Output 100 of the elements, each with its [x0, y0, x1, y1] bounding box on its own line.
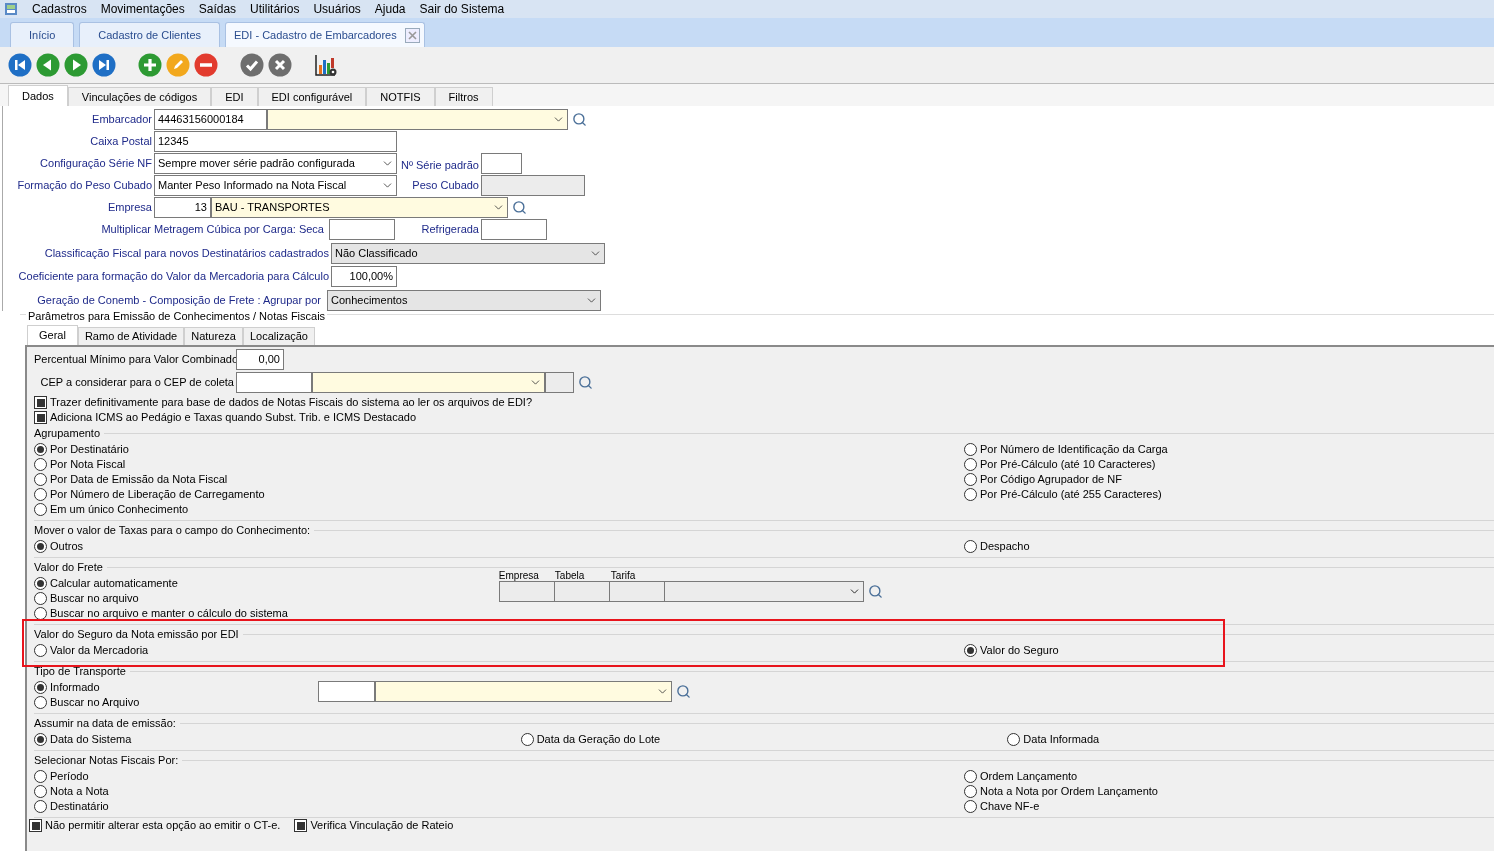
radio-option[interactable]: Valor do Seguro [964, 643, 1059, 658]
checkbox[interactable] [29, 819, 42, 832]
input-field[interactable]: 12345 [154, 131, 397, 152]
radio-button[interactable] [964, 443, 977, 456]
next-record-button[interactable] [63, 52, 89, 78]
input-field[interactable]: 13 [154, 197, 211, 218]
radio-button[interactable] [34, 785, 47, 798]
radio-option[interactable]: Valor da Mercadoria [34, 643, 149, 658]
delete-button[interactable] [193, 52, 219, 78]
input-field[interactable] [608, 581, 665, 602]
radio-button[interactable] [964, 800, 977, 813]
input-field[interactable] [553, 581, 610, 602]
tab[interactable]: Dados [8, 85, 68, 106]
radio-option[interactable]: Em um único Conhecimento [34, 502, 189, 517]
radio-option[interactable]: Por Data de Emissão da Nota Fiscal [34, 472, 228, 487]
checkbox-option[interactable]: Trazer definitivamente para base de dados de Notas Fiscais do sistema ao ler os arquivos de EDI? [34, 395, 532, 410]
tab[interactable]: Natureza [184, 327, 243, 345]
radio-button[interactable] [34, 443, 47, 456]
radio-option[interactable]: Por Código Agrupador de NF [964, 472, 1122, 487]
radio-button[interactable] [34, 577, 47, 590]
radio-option[interactable]: Informado [34, 680, 100, 695]
input-field[interactable] [481, 153, 522, 174]
radio-button[interactable] [964, 644, 977, 657]
radio-button[interactable] [964, 785, 977, 798]
radio-button[interactable] [34, 458, 47, 471]
menu-item[interactable]: Sair do Sistema [419, 0, 505, 18]
radio-option[interactable]: Chave NF-e [964, 799, 1040, 814]
first-record-button[interactable] [7, 52, 33, 78]
dropdown-field[interactable] [663, 581, 864, 602]
menu-item[interactable]: Ajuda [374, 0, 406, 18]
search-icon[interactable] [867, 584, 883, 599]
radio-option[interactable]: Data do Sistema [34, 732, 132, 747]
input-field[interactable] [481, 219, 547, 240]
checkbox[interactable] [294, 819, 308, 832]
radio-button[interactable] [964, 458, 977, 471]
radio-button[interactable] [520, 733, 534, 746]
menu-item[interactable]: Utilitários [250, 0, 300, 18]
radio-option[interactable]: Outros [34, 539, 83, 554]
radio-option[interactable]: Por Nota Fiscal [34, 457, 126, 472]
radio-option[interactable]: Buscar no arquivo [34, 591, 139, 606]
search-icon[interactable] [512, 200, 527, 215]
radio-option[interactable]: Por Número de Identificação da Carga [964, 442, 1168, 457]
document-tab[interactable]: Cadastro de Clientes [79, 22, 221, 47]
checkbox-option[interactable]: Não permitir alterar esta opção ao emitir o CT-e. [29, 818, 281, 833]
tab[interactable]: EDI [211, 87, 258, 106]
radio-button[interactable] [964, 770, 977, 783]
tab[interactable]: Vinculações de códigos [67, 87, 212, 106]
radio-button[interactable] [34, 800, 47, 813]
radio-button[interactable] [1007, 733, 1021, 746]
search-icon[interactable] [578, 375, 593, 390]
radio-option[interactable]: Por Pré-Cálculo (até 10 Caracteres) [964, 457, 1156, 472]
document-tab[interactable]: EDI - Cadastro de Embarcadores [225, 22, 425, 47]
input-field[interactable]: 0,00 [236, 349, 284, 370]
input-field[interactable] [498, 581, 555, 602]
input-field[interactable]: 44463156000184 [154, 109, 267, 130]
tab[interactable]: Geral [27, 325, 78, 345]
radio-option[interactable]: Buscar no arquivo e manter o cálculo do sistema [34, 606, 288, 621]
input-field[interactable] [545, 372, 574, 393]
tab[interactable]: Filtros [434, 87, 493, 106]
report-button[interactable] [313, 52, 339, 78]
radio-option[interactable]: Período [34, 769, 89, 784]
tab[interactable]: Localização [242, 327, 315, 345]
radio-button[interactable] [34, 696, 47, 709]
menu-item[interactable]: Usuários [313, 0, 361, 18]
radio-button[interactable] [964, 473, 977, 486]
radio-option[interactable]: Destinatário [34, 799, 109, 814]
radio-option[interactable]: Nota a Nota [34, 784, 109, 799]
dropdown-field[interactable] [375, 680, 673, 702]
radio-button[interactable] [34, 488, 47, 501]
radio-option[interactable]: Por Pré-Cálculo (até 255 Caracteres) [964, 487, 1162, 502]
radio-button[interactable] [34, 644, 47, 657]
document-tab[interactable]: Início [10, 22, 75, 47]
dropdown-field[interactable]: Manter Peso Informado na Nota Fiscal [154, 175, 397, 196]
radio-option[interactable]: Calcular automaticamente [34, 576, 178, 591]
search-icon[interactable] [676, 683, 692, 699]
checkbox-option[interactable]: Adiciona ICMS ao Pedágio e Taxas quando Subst. Trib. e ICMS Destacado [34, 410, 417, 425]
radio-option[interactable]: Por Número de Liberação de Carregamento [34, 487, 265, 502]
radio-button[interactable] [34, 681, 47, 694]
radio-option[interactable]: Por Destinatário [34, 442, 129, 457]
add-button[interactable] [137, 52, 163, 78]
radio-button[interactable] [964, 540, 977, 553]
previous-record-button[interactable] [35, 52, 61, 78]
dropdown-field[interactable] [312, 372, 545, 393]
last-record-button[interactable] [91, 52, 117, 78]
radio-option[interactable]: Despacho [964, 539, 1030, 554]
dropdown-field[interactable]: Não Classificado [331, 243, 605, 264]
input-field[interactable] [329, 219, 395, 240]
input-field[interactable]: 100,00% [331, 266, 397, 287]
dropdown-field[interactable] [267, 109, 568, 130]
input-field[interactable] [318, 680, 376, 702]
radio-button[interactable] [34, 592, 47, 605]
radio-option[interactable]: Ordem Lançamento [964, 769, 1078, 784]
menu-item[interactable]: Saídas [198, 0, 237, 18]
radio-option[interactable]: Nota a Nota por Ordem Lançamento [964, 784, 1158, 799]
radio-option[interactable]: Buscar no Arquivo [34, 695, 140, 710]
checkbox[interactable] [34, 411, 47, 424]
dropdown-field[interactable]: BAU - TRANSPORTES [211, 197, 508, 218]
radio-button[interactable] [964, 488, 977, 501]
radio-button[interactable] [34, 770, 47, 783]
input-field[interactable] [236, 372, 312, 393]
